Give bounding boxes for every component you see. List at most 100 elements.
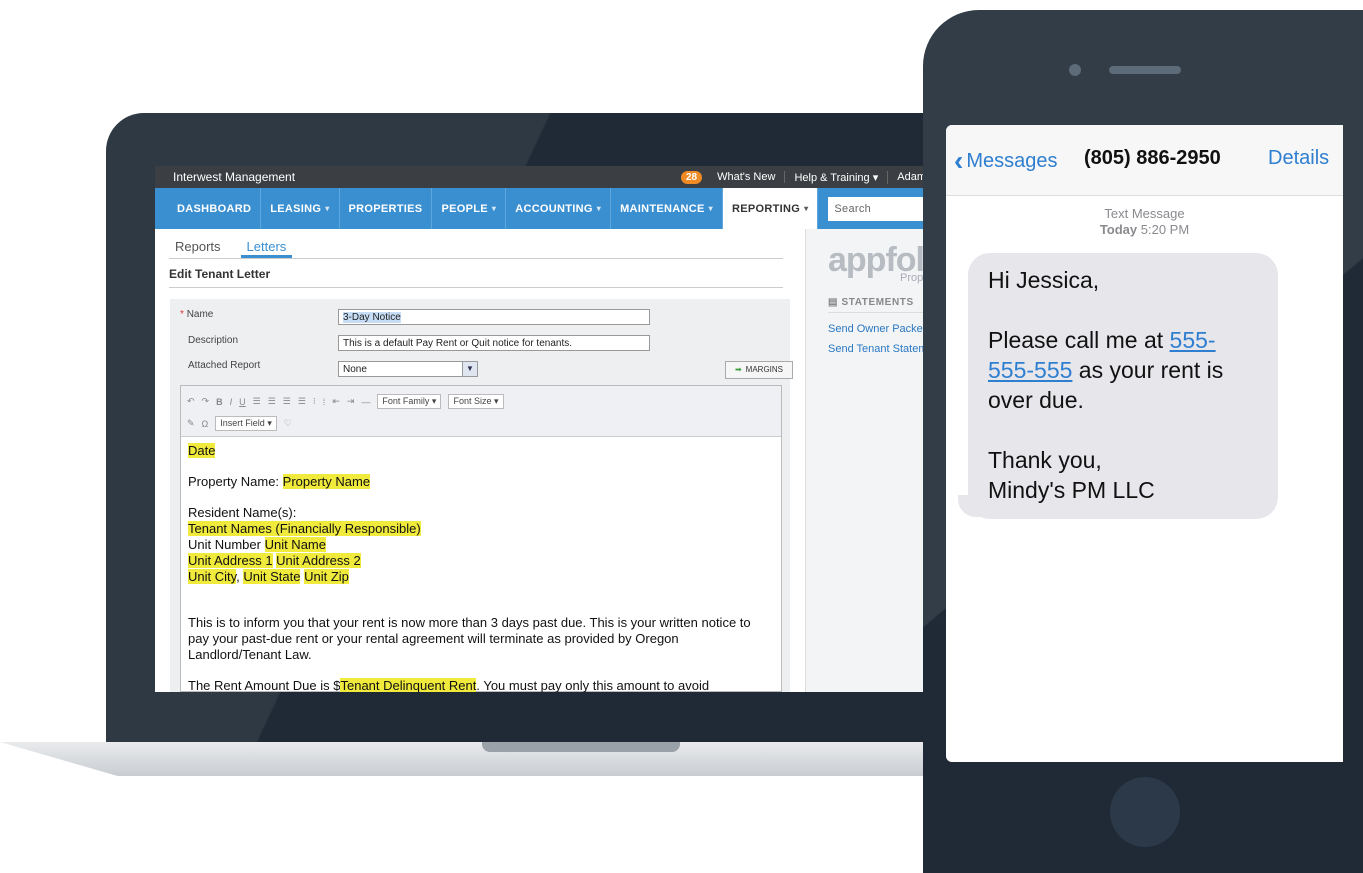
nav-item-label: REPORTING <box>732 202 801 215</box>
indent-icon[interactable]: ⇥ <box>347 396 355 407</box>
nav-item-label: MAINTENANCE <box>620 202 705 215</box>
letter-form: * Name 3-Day Notice Description This is … <box>170 299 793 692</box>
bullet-list-icon[interactable]: ⁝ <box>313 396 316 407</box>
top-bar: Interwest Management 28 What's New Help … <box>155 166 935 188</box>
numbered-list-icon[interactable]: ⁞ <box>323 397 326 407</box>
bold-icon[interactable]: B <box>216 397 223 407</box>
unit-name-merge-field: Unit Name <box>264 537 326 552</box>
whats-new-link[interactable]: What's New <box>708 171 786 183</box>
unit-address2-merge-field: Unit Address 2 <box>276 553 361 568</box>
statements-heading: ▤ STATEMENTS <box>828 297 935 313</box>
nav-item-reporting[interactable]: REPORTING ▾ <box>723 188 819 229</box>
nav-item-label: PROPERTIES <box>348 202 423 215</box>
chevron-down-icon: ▾ <box>804 204 809 213</box>
description-label: Description <box>188 335 239 346</box>
tab-letters[interactable]: Letters <box>240 239 293 258</box>
font-family-label: Font Family <box>382 396 430 406</box>
home-button[interactable] <box>1110 777 1180 847</box>
resident-label: Resident Name(s): <box>188 505 297 520</box>
nav-item-leasing[interactable]: LEASING ▾ <box>261 188 340 229</box>
main-content: Reports Letters Edit Tenant Letter * Name… <box>155 229 805 692</box>
name-field-value: 3-Day Notice <box>343 312 401 323</box>
statements-label: STATEMENTS <box>841 297 914 308</box>
description-field[interactable]: This is a default Pay Rent or Quit notic… <box>338 335 650 351</box>
unit-zip-merge-field: Unit Zip <box>304 569 349 584</box>
attached-report-select[interactable]: None ▼ <box>338 361 478 377</box>
redo-icon[interactable]: ↷ <box>202 396 210 407</box>
italic-icon[interactable]: I <box>230 397 233 407</box>
attached-report-label: Attached Report <box>188 360 261 371</box>
special-char-icon[interactable]: Ω <box>202 419 209 429</box>
font-family-select[interactable]: Font Family ▾ <box>377 394 442 409</box>
send-tenant-statement-link[interactable]: Send Tenant Statement <box>828 343 935 355</box>
help-training-link[interactable]: Help & Training ▾ <box>785 170 889 184</box>
send-owner-packet-link[interactable]: Send Owner Packet <box>828 323 926 335</box>
tenant-names-merge-field: Tenant Names (Financially Responsible) <box>188 521 421 536</box>
justify-icon[interactable]: ☰ <box>298 396 306 407</box>
margins-button[interactable]: ➡ MARGINS <box>725 361 793 379</box>
document-icon: ▤ <box>828 297 839 308</box>
nav-item-maintenance[interactable]: MAINTENANCE ▾ <box>611 188 723 229</box>
camera-icon <box>1069 64 1081 76</box>
arrow-right-icon: ➡ <box>734 365 742 374</box>
details-button[interactable]: Details <box>1268 147 1329 170</box>
search-input[interactable]: Search <box>828 196 935 221</box>
undo-icon[interactable]: ↶ <box>187 396 195 407</box>
brand-name: Interwest Management <box>173 170 296 184</box>
spellcheck-icon[interactable]: ♡ <box>284 418 292 429</box>
message-day: Today <box>1099 222 1138 237</box>
message-meta: Text Message Today 5:20 PM <box>946 206 1343 238</box>
letter-editor[interactable]: ↶ ↷ B I U ☰ ☰ ☰ ☰ ⁝ ⁞ ⇤ ⇥ ― Font Family … <box>180 385 782 692</box>
align-right-icon[interactable]: ☰ <box>283 396 291 407</box>
letter-body[interactable]: Date Property Name: Property Name Reside… <box>181 437 781 692</box>
phone-screen: ‹ Messages (805) 886-2950 Details Text Me… <box>946 125 1343 762</box>
insert-field-label: Insert Field <box>220 418 265 428</box>
phone-device: ‹ Messages (805) 886-2950 Details Text Me… <box>923 10 1363 873</box>
chevron-down-icon: ▼ <box>462 362 477 376</box>
unit-number-label: Unit Number <box>188 537 265 552</box>
laptop-screen: Interwest Management 28 What's New Help … <box>155 166 935 692</box>
contact-phone-number: (805) 886-2950 <box>1084 147 1221 169</box>
back-to-messages-button[interactable]: ‹ Messages <box>954 145 1057 177</box>
property-merge-field: Property Name <box>282 474 371 489</box>
unit-state-merge-field: Unit State <box>243 569 301 584</box>
amount-suffix: . You must pay only this amount to avoid <box>476 678 710 692</box>
nav-item-properties[interactable]: PROPERTIES <box>340 188 433 229</box>
page-title: Edit Tenant Letter <box>169 267 783 288</box>
horizontal-rule-icon[interactable]: ― <box>361 397 370 407</box>
nav-item-label: ACCOUNTING <box>515 202 593 215</box>
font-size-label: Font Size <box>453 396 492 406</box>
main-nav: DASHBOARD LEASING ▾ PROPERTIES PEOPLE ▾ ACCOUN… <box>155 188 935 229</box>
unit-address1-merge-field: Unit Address 1 <box>188 553 273 568</box>
message-bubble: Hi Jessica, Please call me at 555-555-55… <box>968 253 1278 519</box>
outdent-icon[interactable]: ⇤ <box>332 396 340 407</box>
nav-item-accounting[interactable]: ACCOUNTING ▾ <box>506 188 612 229</box>
align-left-icon[interactable]: ☰ <box>253 396 261 407</box>
font-size-select[interactable]: Font Size ▾ <box>448 394 504 409</box>
tab-bar: Reports Letters <box>169 239 783 259</box>
message-signoff-2: Mindy's PM LLC <box>988 477 1155 503</box>
chevron-down-icon: ▾ <box>872 171 879 184</box>
chevron-down-icon: ▾ <box>596 204 602 213</box>
nav-item-dashboard[interactable]: DASHBOARD <box>155 188 262 229</box>
insert-field-select[interactable]: Insert Field ▾ <box>215 416 277 431</box>
help-label: Help & Training <box>794 171 870 184</box>
nav-item-label: PEOPLE <box>441 202 488 215</box>
underline-icon[interactable]: U <box>239 397 246 407</box>
notification-badge[interactable]: 28 <box>680 170 703 184</box>
align-center-icon[interactable]: ☰ <box>268 396 276 407</box>
attached-report-value: None <box>343 364 367 375</box>
chevron-down-icon: ▾ <box>491 204 497 213</box>
tab-reports[interactable]: Reports <box>169 239 227 254</box>
speaker-grille <box>1109 66 1181 74</box>
name-label: * Name <box>180 309 213 320</box>
message-type: Text Message <box>1104 206 1185 221</box>
edit-icon[interactable]: ✎ <box>187 418 195 429</box>
editor-toolbar: ↶ ↷ B I U ☰ ☰ ☰ ☰ ⁝ ⁞ ⇤ ⇥ ― Font Family … <box>181 386 781 437</box>
messages-label: Messages <box>966 150 1058 172</box>
right-sidebar: appfolioProperty ▤ STATEMENTS Send Owner… <box>805 229 935 692</box>
message-signoff-1: Thank you, <box>988 447 1102 473</box>
name-field[interactable]: 3-Day Notice <box>338 309 650 325</box>
nav-item-people[interactable]: PEOPLE ▾ <box>432 188 507 229</box>
laptop-notch <box>482 742 680 752</box>
